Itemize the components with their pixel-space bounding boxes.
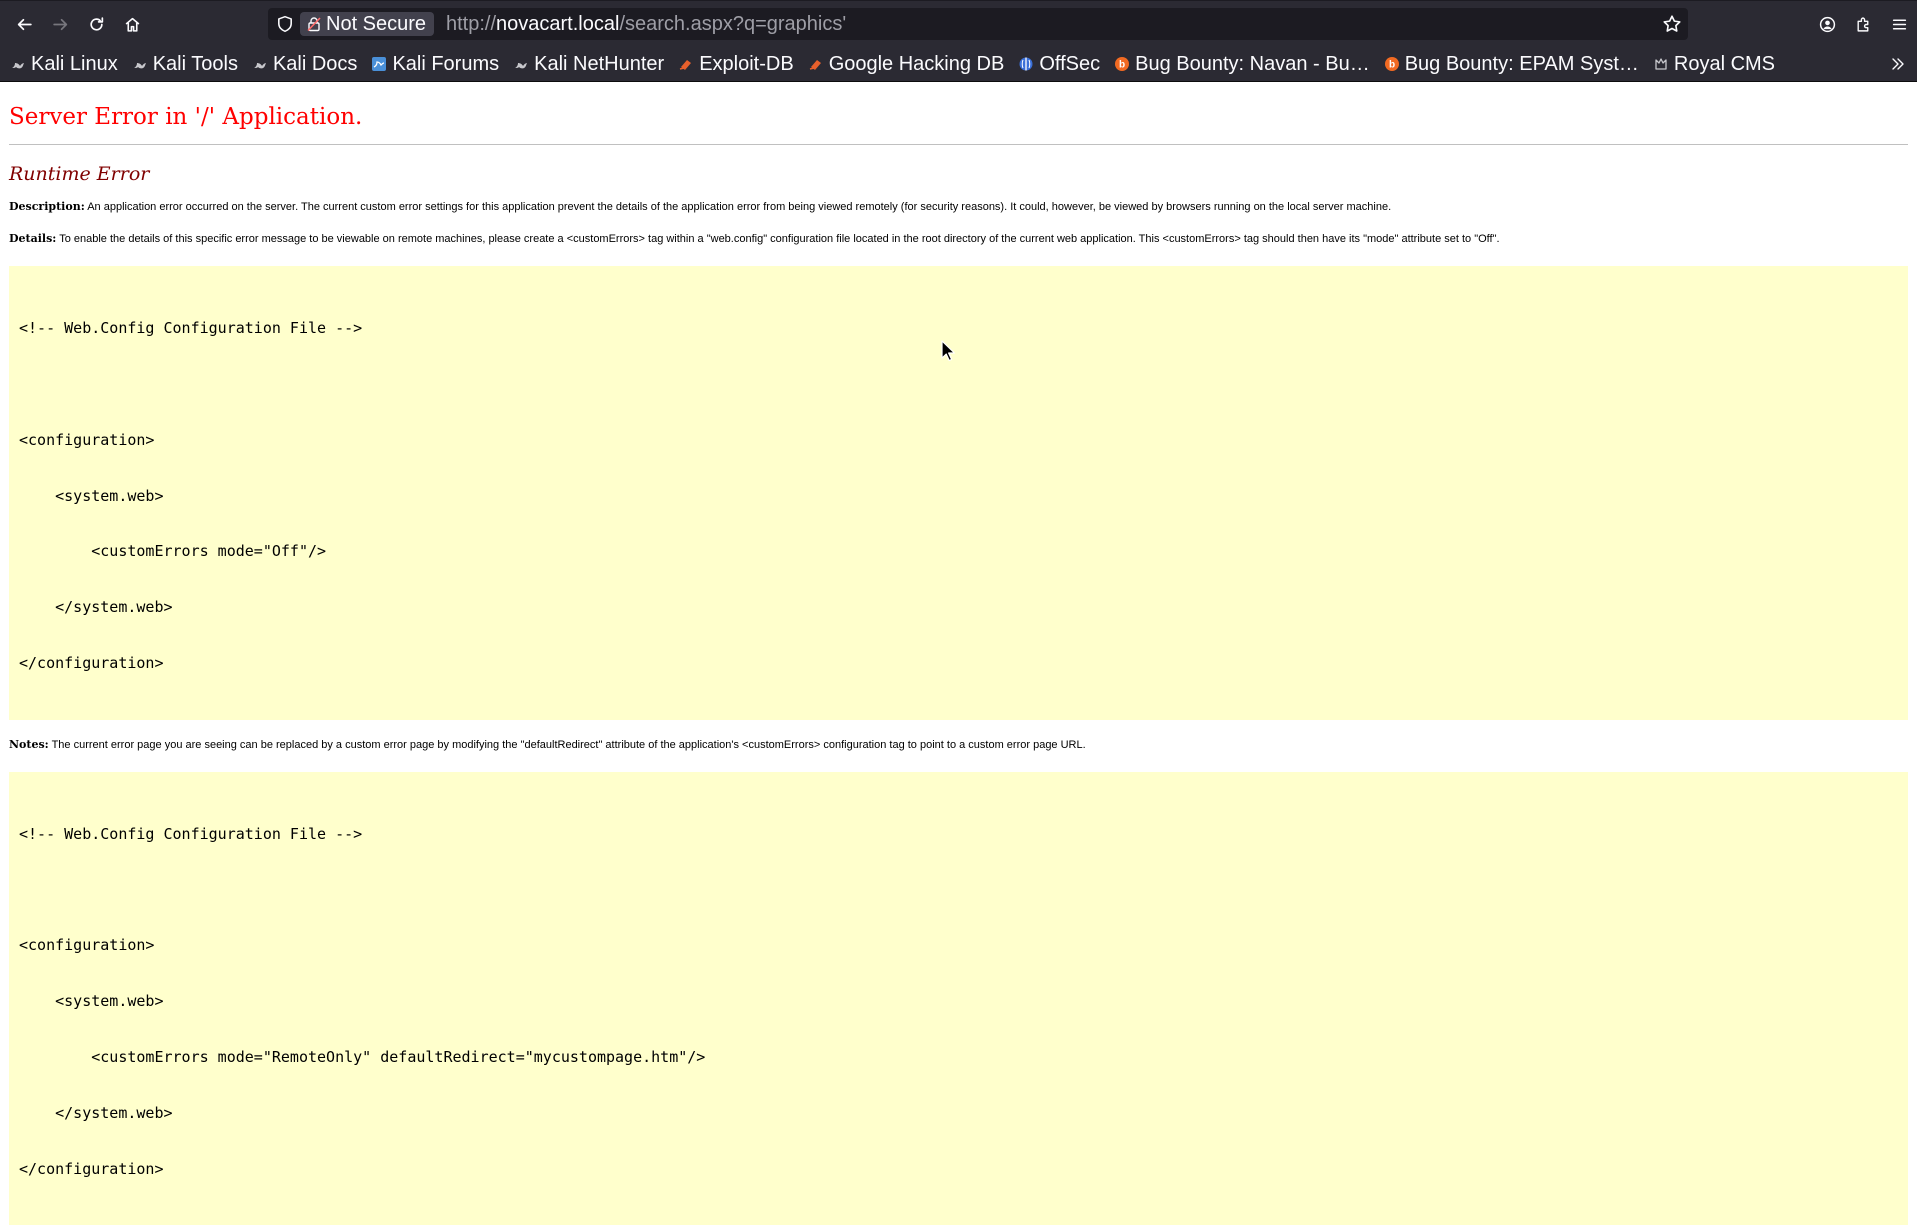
not-secure-badge[interactable]: Not Secure bbox=[300, 12, 435, 36]
bookmark-label: Kali NetHunter bbox=[534, 52, 665, 75]
bookmark-item[interactable]: Exploit-DB bbox=[678, 52, 794, 76]
error-page: Server Error in '/' Application. Runtime… bbox=[0, 82, 1917, 1225]
bookmark-label: Exploit-DB bbox=[699, 52, 794, 75]
insecure-lock-icon bbox=[307, 17, 321, 32]
url-host: novacart.local bbox=[496, 13, 620, 35]
forward-button[interactable] bbox=[44, 8, 76, 40]
code-line: <!-- Web.Config Configuration File --> bbox=[19, 319, 363, 338]
svg-text:b: b bbox=[1119, 60, 1125, 71]
code-line: <system.web> bbox=[19, 486, 164, 505]
not-secure-label: Not Secure bbox=[326, 12, 427, 35]
bookmark-label: Kali Docs bbox=[272, 52, 358, 75]
bookmark-item[interactable]: Kali Forums bbox=[371, 53, 499, 76]
details-text: To enable the details of this specific e… bbox=[56, 233, 1500, 245]
address-bar[interactable]: Not Secure http://novacart.local/search.… bbox=[268, 8, 1688, 40]
kali-dragon-icon bbox=[252, 56, 268, 72]
bookmark-label: Bug Bounty: Navan - Bu… bbox=[1135, 52, 1370, 75]
account-icon bbox=[1819, 16, 1835, 32]
bookmarks-toolbar: Kali Linux Kali Tools Kali Docs Kali Forums… bbox=[0, 47, 1917, 82]
bookmark-label: Google Hacking DB bbox=[828, 52, 1005, 75]
bookmark-item[interactable]: Google Hacking DB bbox=[808, 52, 1005, 76]
page-title: Server Error in '/' Application. bbox=[9, 104, 363, 130]
bugbounty-icon: b bbox=[1114, 56, 1130, 72]
code-line: <customErrors mode="Off"/> bbox=[19, 542, 327, 561]
details-paragraph: Details: To enable the details of this s… bbox=[9, 232, 1908, 246]
royal-cms-icon bbox=[1653, 56, 1669, 72]
kali-dragon-icon bbox=[513, 56, 529, 72]
kali-forums-icon bbox=[371, 56, 387, 72]
notes-paragraph: Notes: The current error page you are se… bbox=[9, 738, 1908, 752]
bookmark-item[interactable]: OffSec bbox=[1018, 53, 1100, 76]
code-line: <system.web> bbox=[19, 992, 164, 1011]
arrow-left-icon bbox=[17, 18, 32, 30]
offsec-icon bbox=[1018, 56, 1034, 72]
arrow-right-icon bbox=[52, 18, 67, 30]
bookmark-item[interactable]: b Bug Bounty: Navan - Bu… bbox=[1114, 53, 1370, 76]
bugbounty-icon: b bbox=[1384, 56, 1400, 72]
mouse-cursor-icon bbox=[941, 340, 955, 362]
details-label: Details: bbox=[9, 232, 57, 245]
bookmark-label: Kali Forums bbox=[392, 52, 500, 75]
double-chevron-right-icon bbox=[1892, 58, 1904, 70]
extensions-button[interactable] bbox=[1845, 8, 1881, 40]
app-menu-button[interactable] bbox=[1881, 8, 1917, 40]
url-scheme: http:// bbox=[446, 13, 497, 35]
account-button[interactable] bbox=[1809, 8, 1845, 40]
tracking-protection-shield-icon[interactable] bbox=[276, 15, 294, 33]
url-text[interactable]: http://novacart.local/search.aspx?q=grap… bbox=[446, 12, 846, 36]
code-line: </system.web> bbox=[19, 598, 173, 617]
bookmark-label: Kali Linux bbox=[31, 52, 118, 75]
bookmark-label: Bug Bounty: EPAM Syst… bbox=[1404, 52, 1639, 75]
code-line: </configuration> bbox=[19, 1159, 164, 1178]
bookmark-item[interactable]: Kali Docs bbox=[252, 53, 357, 76]
bookmark-label: Kali Tools bbox=[152, 52, 238, 75]
bookmark-item[interactable]: Royal CMS bbox=[1653, 53, 1775, 76]
exploitdb-icon bbox=[678, 56, 694, 72]
bookmark-item[interactable]: Kali Tools bbox=[132, 53, 238, 76]
kali-dragon-icon bbox=[10, 56, 26, 72]
bookmarks-overflow-button[interactable] bbox=[1885, 51, 1911, 77]
description-text: An application error occurred on the ser… bbox=[84, 201, 1392, 213]
svg-text:b: b bbox=[1389, 60, 1395, 71]
puzzle-piece-icon bbox=[1856, 17, 1868, 32]
bookmark-label: OffSec bbox=[1039, 52, 1101, 75]
kali-dragon-icon bbox=[132, 56, 148, 72]
code-line: <configuration> bbox=[19, 936, 155, 955]
toolbar-right-icons bbox=[1809, 8, 1917, 40]
browser-toolbar: Not Secure http://novacart.local/search.… bbox=[0, 0, 1917, 47]
back-button[interactable] bbox=[8, 8, 40, 40]
home-icon bbox=[125, 17, 139, 32]
hamburger-menu-icon bbox=[1892, 18, 1906, 30]
code-line: <customErrors mode="RemoteOnly" defaultR… bbox=[19, 1047, 706, 1066]
bookmark-item[interactable]: Kali Linux bbox=[10, 53, 118, 76]
notes-label: Notes: bbox=[9, 737, 49, 751]
code-block-config-remoteonly: <!-- Web.Config Configuration File --> <… bbox=[9, 771, 1908, 1225]
code-line: </configuration> bbox=[19, 653, 164, 672]
code-line: <configuration> bbox=[19, 430, 155, 449]
description-paragraph: Description: An application error occurr… bbox=[9, 200, 1908, 214]
reload-icon bbox=[89, 16, 103, 31]
reload-button[interactable] bbox=[80, 8, 112, 40]
notes-text: The current error page you are seeing ca… bbox=[48, 738, 1086, 751]
code-line: </system.web> bbox=[19, 1103, 173, 1122]
code-block-config-off: <!-- Web.Config Configuration File --> <… bbox=[9, 266, 1908, 720]
error-subtitle: Runtime Error bbox=[9, 163, 150, 185]
bookmark-star-icon[interactable] bbox=[1662, 14, 1682, 34]
home-button[interactable] bbox=[116, 8, 148, 40]
bookmark-item[interactable]: b Bug Bounty: EPAM Syst… bbox=[1384, 53, 1639, 76]
ghdb-icon bbox=[808, 56, 824, 72]
code-line: <!-- Web.Config Configuration File --> bbox=[19, 824, 363, 843]
url-path: /search.aspx?q=graphics' bbox=[619, 13, 847, 35]
bookmark-label: Royal CMS bbox=[1673, 52, 1776, 75]
bookmark-item[interactable]: Kali NetHunter bbox=[513, 53, 664, 76]
description-label: Description: bbox=[9, 200, 85, 213]
